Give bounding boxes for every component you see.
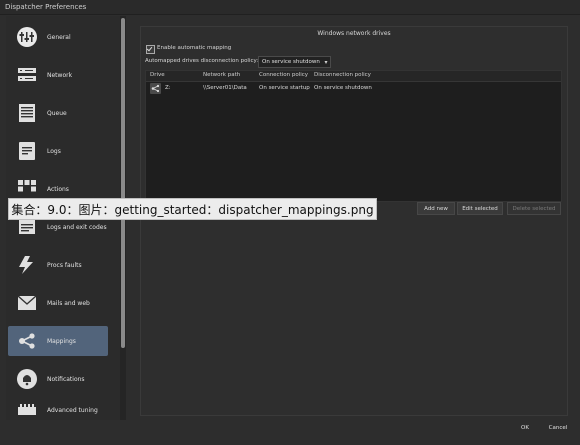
- sidebar-item-label: Actions: [47, 185, 69, 193]
- queue-icon: [16, 102, 38, 124]
- chevron-down-icon: ▾: [324, 58, 328, 66]
- sliders-icon: [16, 26, 38, 48]
- lightning-icon: [16, 254, 38, 276]
- column-header-drive[interactable]: Drive: [150, 72, 165, 78]
- table-row[interactable]: Z: \\Server01\Data On service startup On…: [146, 83, 561, 95]
- mappings-panel: Windows network drives Enable automatic …: [140, 26, 568, 416]
- add-new-button[interactable]: Add new: [417, 202, 455, 215]
- sidebar-item-label: Mails and web: [47, 299, 90, 307]
- sidebar-item-notifications[interactable]: Notifications: [8, 364, 108, 394]
- cell-disconnection-policy: On service shutdown: [314, 85, 372, 91]
- tuning-icon: [16, 400, 38, 420]
- sidebar-item-logs[interactable]: Logs: [8, 136, 108, 166]
- network-icon: [16, 64, 38, 86]
- policy-select-value: On service shutdown: [262, 59, 320, 65]
- disconnection-policy-select[interactable]: On service shutdown ▾: [258, 56, 331, 68]
- sidebar-item-label: Procs faults: [47, 261, 82, 269]
- enable-mapping-checkbox[interactable]: [146, 45, 155, 54]
- sidebar-item-mails-and-web[interactable]: Mails and web: [8, 288, 108, 318]
- drive-share-icon: [150, 83, 161, 94]
- drive-mappings-table: Drive Network path Connection policy Dis…: [145, 70, 562, 202]
- delete-selected-button[interactable]: Delete selected: [507, 202, 561, 215]
- edit-selected-button[interactable]: Edit selected: [457, 202, 503, 215]
- sidebar-item-label: Logs: [47, 147, 61, 155]
- mail-icon: [16, 292, 38, 314]
- cell-network-path: \\Server01\Data: [203, 85, 247, 91]
- title-bar: Dispatcher Preferences: [0, 0, 580, 15]
- sidebar-item-label: Notifications: [47, 375, 85, 383]
- sidebar-item-advanced-tuning[interactable]: Advanced tuning: [8, 400, 108, 420]
- cell-drive: Z:: [165, 85, 171, 91]
- logs-icon: [16, 140, 38, 162]
- window-title: Dispatcher Preferences: [5, 3, 87, 11]
- sidebar-item-label: Queue: [47, 109, 67, 117]
- sidebar-item-queue[interactable]: Queue: [8, 98, 108, 128]
- table-header: Drive Network path Connection policy Dis…: [146, 71, 561, 82]
- sidebar-item-procs-faults[interactable]: Procs faults: [8, 250, 108, 280]
- scrollbar-thumb[interactable]: [121, 18, 125, 348]
- sidebar-item-label: Advanced tuning: [47, 406, 98, 414]
- cancel-button[interactable]: Cancel: [544, 423, 572, 433]
- sidebar-item-label: Logs and exit codes: [47, 223, 107, 231]
- panel-title: Windows network drives: [317, 30, 391, 37]
- image-caption-overlay: 集合：9.0：图片：getting_started：dispatcher_map…: [8, 198, 377, 220]
- policy-label: Automapped drives disconnection policy:: [145, 58, 259, 64]
- column-header-disconnection-policy[interactable]: Disconnection policy: [314, 72, 371, 78]
- ok-button[interactable]: OK: [514, 423, 536, 433]
- share-icon: [16, 330, 38, 352]
- column-header-connection-policy[interactable]: Connection policy: [259, 72, 308, 78]
- bell-icon: [16, 368, 38, 390]
- sidebar-item-label: Mappings: [47, 337, 76, 345]
- sidebar-item-general[interactable]: General: [8, 22, 108, 52]
- actions-icon: [16, 178, 38, 200]
- sidebar-item-mappings[interactable]: Mappings: [8, 326, 108, 356]
- sidebar-item-network[interactable]: Network: [8, 60, 108, 90]
- column-header-network-path[interactable]: Network path: [203, 72, 240, 78]
- cell-connection-policy: On service startup: [259, 85, 310, 91]
- enable-mapping-label: Enable automatic mapping: [157, 45, 232, 51]
- sidebar-item-label: Network: [47, 71, 73, 79]
- sidebar-item-label: General: [47, 33, 71, 41]
